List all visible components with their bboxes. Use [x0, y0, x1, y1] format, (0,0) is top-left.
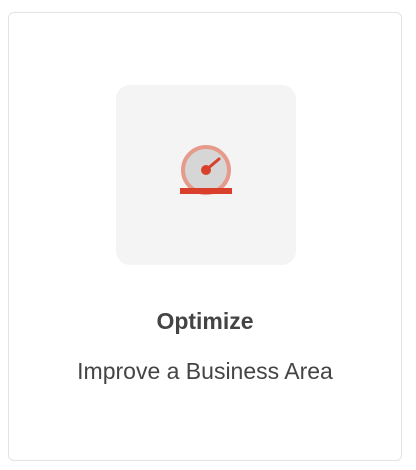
optimize-card[interactable]: Optimize Improve a Business Area [8, 12, 402, 461]
speedometer-icon [180, 145, 232, 195]
card-subtitle: Improve a Business Area [77, 358, 333, 384]
card-title: Optimize [156, 308, 254, 334]
icon-tile [116, 85, 296, 265]
